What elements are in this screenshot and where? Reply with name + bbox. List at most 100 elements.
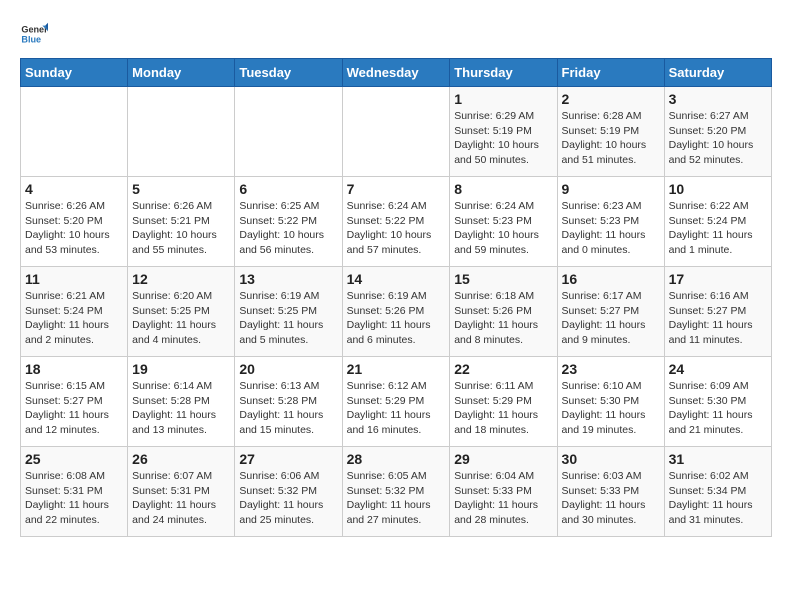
calendar-cell: 13Sunrise: 6:19 AMSunset: 5:25 PMDayligh… (235, 267, 342, 357)
cell-info: Sunrise: 6:06 AMSunset: 5:32 PMDaylight:… (239, 469, 337, 528)
week-row-1: 1 Sunrise: 6:29 AMSunset: 5:19 PMDaylight… (21, 87, 772, 177)
cell-day-number: 5 (132, 181, 230, 197)
cell-info: Sunrise: 6:27 AMSunset: 5:20 PMDaylight:… (669, 109, 767, 168)
calendar-cell: 19 Sunrise: 6:14 AMSunset: 5:28 PMDayligh… (128, 357, 235, 447)
cell-info: Sunrise: 6:16 AMSunset: 5:27 PMDaylight:… (669, 289, 767, 348)
cell-day-number: 10 (669, 181, 767, 197)
cell-info: Sunrise: 6:10 AMSunset: 5:30 PMDaylight:… (562, 379, 660, 438)
cell-info: Sunrise: 6:23 AMSunset: 5:23 PMDaylight:… (562, 199, 660, 258)
cell-info: Sunrise: 6:18 AMSunset: 5:26 PMDaylight:… (454, 289, 552, 348)
cell-day-number: 29 (454, 451, 552, 467)
week-row-5: 25 Sunrise: 6:08 AMSunset: 5:31 PMDayligh… (21, 447, 772, 537)
calendar-cell: 2 Sunrise: 6:28 AMSunset: 5:19 PMDaylight… (557, 87, 664, 177)
cell-info: Sunrise: 6:24 AMSunset: 5:23 PMDaylight:… (454, 199, 552, 258)
cell-day-number: 14 (347, 271, 446, 287)
cell-day-number: 6 (239, 181, 337, 197)
cell-day-number: 11 (25, 271, 123, 287)
cell-info: Sunrise: 6:12 AMSunset: 5:29 PMDaylight:… (347, 379, 446, 438)
calendar-cell: 27Sunrise: 6:06 AMSunset: 5:32 PMDayligh… (235, 447, 342, 537)
cell-info: Sunrise: 6:02 AMSunset: 5:34 PMDaylight:… (669, 469, 767, 528)
calendar-cell: 22 Sunrise: 6:11 AMSunset: 5:29 PMDayligh… (450, 357, 557, 447)
cell-day-number: 24 (669, 361, 767, 377)
calendar-cell: 17 Sunrise: 6:16 AMSunset: 5:27 PMDayligh… (664, 267, 771, 357)
cell-info: Sunrise: 6:28 AMSunset: 5:19 PMDaylight:… (562, 109, 660, 168)
cell-info: Sunrise: 6:17 AMSunset: 5:27 PMDaylight:… (562, 289, 660, 348)
cell-info: Sunrise: 6:29 AMSunset: 5:19 PMDaylight:… (454, 109, 552, 168)
cell-info: Sunrise: 6:24 AMSunset: 5:22 PMDaylight:… (347, 199, 446, 258)
cell-day-number: 12 (132, 271, 230, 287)
cell-info: Sunrise: 6:14 AMSunset: 5:28 PMDaylight:… (132, 379, 230, 438)
cell-info: Sunrise: 6:13 AMSunset: 5:28 PMDaylight:… (239, 379, 337, 438)
cell-day-number: 17 (669, 271, 767, 287)
calendar-cell (21, 87, 128, 177)
cell-day-number: 3 (669, 91, 767, 107)
day-header-monday: Monday (128, 59, 235, 87)
cell-day-number: 19 (132, 361, 230, 377)
cell-info: Sunrise: 6:19 AMSunset: 5:25 PMDaylight:… (239, 289, 337, 348)
cell-info: Sunrise: 6:03 AMSunset: 5:33 PMDaylight:… (562, 469, 660, 528)
calendar-cell: 14 Sunrise: 6:19 AMSunset: 5:26 PMDayligh… (342, 267, 450, 357)
calendar-cell: 29 Sunrise: 6:04 AMSunset: 5:33 PMDayligh… (450, 447, 557, 537)
cell-info: Sunrise: 6:25 AMSunset: 5:22 PMDaylight:… (239, 199, 337, 258)
cell-info: Sunrise: 6:22 AMSunset: 5:24 PMDaylight:… (669, 199, 767, 258)
cell-day-number: 15 (454, 271, 552, 287)
cell-day-number: 1 (454, 91, 552, 107)
calendar-cell: 25 Sunrise: 6:08 AMSunset: 5:31 PMDayligh… (21, 447, 128, 537)
calendar-cell: 30 Sunrise: 6:03 AMSunset: 5:33 PMDayligh… (557, 447, 664, 537)
cell-day-number: 7 (347, 181, 446, 197)
calendar-cell: 15 Sunrise: 6:18 AMSunset: 5:26 PMDayligh… (450, 267, 557, 357)
cell-day-number: 25 (25, 451, 123, 467)
calendar-cell: 11Sunrise: 6:21 AMSunset: 5:24 PMDayligh… (21, 267, 128, 357)
cell-day-number: 23 (562, 361, 660, 377)
calendar-cell: 26 Sunrise: 6:07 AMSunset: 5:31 PMDayligh… (128, 447, 235, 537)
day-header-sunday: Sunday (21, 59, 128, 87)
cell-day-number: 26 (132, 451, 230, 467)
cell-day-number: 16 (562, 271, 660, 287)
cell-day-number: 9 (562, 181, 660, 197)
calendar-cell: 16 Sunrise: 6:17 AMSunset: 5:27 PMDayligh… (557, 267, 664, 357)
cell-info: Sunrise: 6:26 AMSunset: 5:21 PMDaylight:… (132, 199, 230, 258)
week-row-2: 4 Sunrise: 6:26 AMSunset: 5:20 PMDaylight… (21, 177, 772, 267)
cell-day-number: 2 (562, 91, 660, 107)
calendar-cell: 21 Sunrise: 6:12 AMSunset: 5:29 PMDayligh… (342, 357, 450, 447)
cell-day-number: 22 (454, 361, 552, 377)
day-header-thursday: Thursday (450, 59, 557, 87)
calendar-cell: 9 Sunrise: 6:23 AMSunset: 5:23 PMDaylight… (557, 177, 664, 267)
calendar-cell: 4 Sunrise: 6:26 AMSunset: 5:20 PMDaylight… (21, 177, 128, 267)
cell-day-number: 20 (239, 361, 337, 377)
day-header-friday: Friday (557, 59, 664, 87)
calendar-cell: 5 Sunrise: 6:26 AMSunset: 5:21 PMDaylight… (128, 177, 235, 267)
cell-day-number: 31 (669, 451, 767, 467)
svg-text:Blue: Blue (21, 34, 41, 44)
cell-day-number: 18 (25, 361, 123, 377)
cell-info: Sunrise: 6:08 AMSunset: 5:31 PMDaylight:… (25, 469, 123, 528)
cell-info: Sunrise: 6:04 AMSunset: 5:33 PMDaylight:… (454, 469, 552, 528)
days-of-week-row: SundayMondayTuesdayWednesdayThursdayFrid… (21, 59, 772, 87)
cell-info: Sunrise: 6:26 AMSunset: 5:20 PMDaylight:… (25, 199, 123, 258)
cell-day-number: 21 (347, 361, 446, 377)
day-header-tuesday: Tuesday (235, 59, 342, 87)
cell-info: Sunrise: 6:07 AMSunset: 5:31 PMDaylight:… (132, 469, 230, 528)
cell-info: Sunrise: 6:05 AMSunset: 5:32 PMDaylight:… (347, 469, 446, 528)
logo: General Blue (20, 20, 48, 48)
calendar-cell: 18 Sunrise: 6:15 AMSunset: 5:27 PMDayligh… (21, 357, 128, 447)
cell-info: Sunrise: 6:19 AMSunset: 5:26 PMDaylight:… (347, 289, 446, 348)
calendar-cell: 7 Sunrise: 6:24 AMSunset: 5:22 PMDaylight… (342, 177, 450, 267)
page-header: General Blue (20, 20, 772, 48)
cell-info: Sunrise: 6:20 AMSunset: 5:25 PMDaylight:… (132, 289, 230, 348)
calendar-cell: 28Sunrise: 6:05 AMSunset: 5:32 PMDayligh… (342, 447, 450, 537)
week-row-4: 18 Sunrise: 6:15 AMSunset: 5:27 PMDayligh… (21, 357, 772, 447)
calendar-header: SundayMondayTuesdayWednesdayThursdayFrid… (21, 59, 772, 87)
calendar-body: 1 Sunrise: 6:29 AMSunset: 5:19 PMDaylight… (21, 87, 772, 537)
calendar-cell: 12 Sunrise: 6:20 AMSunset: 5:25 PMDayligh… (128, 267, 235, 357)
calendar-cell (128, 87, 235, 177)
day-header-wednesday: Wednesday (342, 59, 450, 87)
calendar-cell: 20 Sunrise: 6:13 AMSunset: 5:28 PMDayligh… (235, 357, 342, 447)
cell-info: Sunrise: 6:15 AMSunset: 5:27 PMDaylight:… (25, 379, 123, 438)
calendar-cell (342, 87, 450, 177)
cell-day-number: 30 (562, 451, 660, 467)
cell-day-number: 4 (25, 181, 123, 197)
calendar-cell: 24Sunrise: 6:09 AMSunset: 5:30 PMDayligh… (664, 357, 771, 447)
cell-info: Sunrise: 6:11 AMSunset: 5:29 PMDaylight:… (454, 379, 552, 438)
day-header-saturday: Saturday (664, 59, 771, 87)
